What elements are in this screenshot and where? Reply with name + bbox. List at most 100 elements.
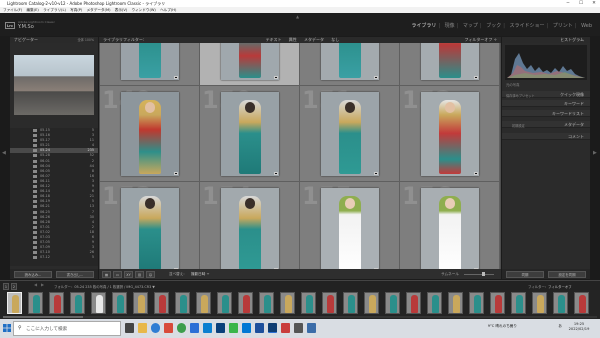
- module-book[interactable]: ブック: [486, 23, 501, 29]
- grid-cell[interactable]: 154: [200, 182, 300, 269]
- task-view-icon[interactable]: [125, 323, 134, 333]
- app-icon-red[interactable]: [164, 323, 173, 333]
- ime-indicator[interactable]: あ: [558, 324, 562, 329]
- grid-cell[interactable]: 149: [100, 86, 200, 182]
- forward-icon[interactable]: ▶: [41, 282, 44, 287]
- grid-cell[interactable]: 153: [100, 182, 200, 269]
- photo-thumbnail[interactable]: [121, 37, 179, 80]
- app-icon-blue[interactable]: [242, 323, 251, 333]
- edit-badge-icon[interactable]: [374, 172, 378, 175]
- chrome-icon[interactable]: [177, 323, 186, 333]
- app-icon-gray[interactable]: [294, 323, 303, 333]
- taskbar-search[interactable]: ⚲ ここに入力して検索: [13, 321, 121, 336]
- edit-badge-icon[interactable]: [174, 76, 178, 79]
- grid-cell[interactable]: 146: [200, 37, 300, 86]
- filmstrip-thumbnail[interactable]: [553, 292, 568, 314]
- clock-time[interactable]: 19:25: [565, 322, 593, 326]
- filmstrip-filter-select[interactable]: フィルターオフ: [548, 284, 572, 289]
- module-slideshow[interactable]: スライドショー: [510, 23, 545, 29]
- filmstrip-thumbnail[interactable]: [427, 292, 442, 314]
- photo-thumbnail[interactable]: [321, 37, 379, 80]
- edit-badge-icon[interactable]: [274, 76, 278, 79]
- thumbnail-size-slider[interactable]: [464, 272, 494, 276]
- comments-header[interactable]: コメント: [502, 133, 590, 140]
- filmstrip-thumbnail[interactable]: [238, 292, 253, 314]
- filter-preset[interactable]: フィルターオフ ÷: [464, 37, 497, 43]
- filmstrip-thumbnail[interactable]: [385, 292, 400, 314]
- store-icon[interactable]: [203, 323, 212, 333]
- filter-tab-attribute[interactable]: 属性: [289, 37, 297, 42]
- filmstrip-thumbnail[interactable]: [364, 292, 379, 314]
- survey-view-icon[interactable]: ▥: [135, 270, 144, 278]
- edit-badge-icon[interactable]: [274, 172, 278, 175]
- edit-badge-icon[interactable]: [174, 172, 178, 175]
- start-icon[interactable]: [3, 324, 11, 332]
- grid-cell[interactable]: 156: [400, 182, 500, 269]
- filmstrip-thumbnail[interactable]: [154, 292, 169, 314]
- photo-thumbnail[interactable]: [321, 92, 379, 176]
- filmstrip-source[interactable]: フォルダー：05-24 235 枚の写真 / 1 枚選択 / IMG_4473.…: [54, 284, 155, 289]
- grid-view-icon[interactable]: ▦: [102, 270, 111, 278]
- keyword-list-header[interactable]: キーワードリスト: [502, 110, 590, 117]
- filmstrip-thumbnail[interactable]: [7, 292, 22, 314]
- mail-icon[interactable]: [190, 323, 199, 333]
- grid-cell[interactable]: 155: [300, 182, 400, 269]
- maximize-icon[interactable]: ☐: [575, 0, 587, 7]
- photo-thumbnail[interactable]: [421, 188, 479, 269]
- quick-develop-preset[interactable]: 保存済みプリセット: [506, 93, 535, 98]
- filmstrip-scrollbar[interactable]: [3, 316, 597, 318]
- photo-thumbnail[interactable]: [221, 188, 279, 269]
- app-icon-steel[interactable]: [307, 323, 316, 333]
- sort-select[interactable]: 撮影日時 ÷: [191, 272, 210, 277]
- loupe-view-icon[interactable]: ▭: [113, 270, 122, 278]
- folder-item[interactable]: 07-12 5: [10, 255, 98, 260]
- edit-badge-icon[interactable]: [374, 76, 378, 79]
- filmstrip-thumbnail[interactable]: [301, 292, 316, 314]
- grid-cell[interactable]: 148: [400, 37, 500, 86]
- filmstrip-thumbnail[interactable]: [511, 292, 526, 314]
- filmstrip-thumbnail[interactable]: [196, 292, 211, 314]
- filmstrip-thumbnail[interactable]: [448, 292, 463, 314]
- module-web[interactable]: Web: [581, 23, 592, 29]
- photo-thumbnail[interactable]: [121, 188, 179, 269]
- weather-widget[interactable]: 9°C 晴れのち曇り: [462, 324, 517, 329]
- second-window-icon-2[interactable]: 2: [11, 282, 17, 290]
- filmstrip-thumbnail[interactable]: [91, 292, 106, 314]
- filmstrip-thumbnail[interactable]: [406, 292, 421, 314]
- filmstrip-thumbnail[interactable]: [574, 292, 589, 314]
- filmstrip-thumbnail[interactable]: [322, 292, 337, 314]
- filter-tab-metadata[interactable]: メタデータ: [304, 37, 324, 42]
- module-develop[interactable]: 現像: [445, 23, 455, 29]
- back-icon[interactable]: ◀: [34, 282, 37, 287]
- photo-thumbnail[interactable]: [321, 188, 379, 269]
- photo-thumbnail[interactable]: [221, 37, 279, 80]
- filter-tab-text[interactable]: テキスト: [266, 37, 282, 42]
- module-library[interactable]: ライブラリ: [411, 23, 436, 29]
- export-button[interactable]: 書き出し...: [56, 270, 94, 278]
- scrollbar-thumb[interactable]: [3, 316, 83, 318]
- lightroom-taskbar-icon[interactable]: [268, 323, 277, 333]
- grid-cell[interactable]: 147: [300, 37, 400, 86]
- photo-thumbnail[interactable]: [221, 92, 279, 176]
- navigator-header[interactable]: ナビゲーター 全体 100%: [10, 37, 98, 43]
- filmstrip-thumbnail[interactable]: [175, 292, 190, 314]
- word-icon[interactable]: [255, 323, 264, 333]
- filmstrip-thumbnail[interactable]: [532, 292, 547, 314]
- grid-cell[interactable]: 152: [400, 86, 500, 182]
- photoshop-icon[interactable]: [216, 323, 225, 333]
- sync-button[interactable]: 同期: [506, 270, 544, 278]
- navigator-preview[interactable]: [14, 55, 94, 115]
- line-icon[interactable]: [229, 323, 238, 333]
- edit-badge-icon[interactable]: [474, 172, 478, 175]
- navigator-zoom[interactable]: 全体 100%: [77, 37, 94, 43]
- filmstrip-thumbnail[interactable]: [490, 292, 505, 314]
- metadata-preset[interactable]: 初期設定: [512, 123, 525, 128]
- left-panel-toggle-icon[interactable]: ◀: [2, 150, 6, 156]
- filmstrip-thumbnail[interactable]: [469, 292, 484, 314]
- grid-cell[interactable]: 151: [300, 86, 400, 182]
- grid-cell[interactable]: 145: [100, 37, 200, 86]
- import-button[interactable]: 読み込み...: [14, 270, 52, 278]
- filmstrip-thumbnail[interactable]: [112, 292, 127, 314]
- top-panel-toggle-icon[interactable]: ▲: [296, 14, 299, 19]
- filmstrip-thumbnail[interactable]: [70, 292, 85, 314]
